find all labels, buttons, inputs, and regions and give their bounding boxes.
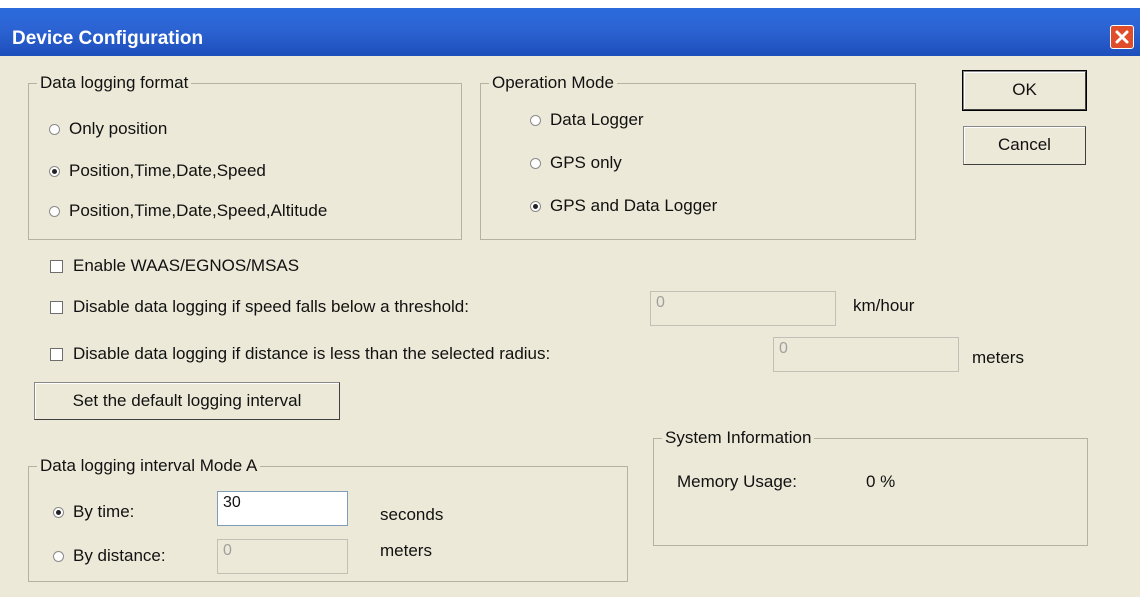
by-distance-unit: meters (380, 541, 432, 560)
cancel-button[interactable]: Cancel (963, 126, 1086, 165)
radio-position-time-date-speed[interactable]: Position,Time,Date,Speed (49, 161, 266, 181)
radio-label: Only position (69, 119, 168, 138)
device-configuration-dialog: Device Configuration Data logging format… (0, 0, 1140, 597)
radio-button[interactable] (530, 200, 541, 212)
system-information-group: System Information (653, 428, 1088, 546)
radio-button[interactable] (530, 114, 541, 126)
radio-button[interactable] (530, 157, 541, 169)
data-logging-format-legend: Data logging format (37, 73, 192, 93)
set-default-interval-button[interactable]: Set the default logging interval (34, 382, 340, 420)
checkbox-label: Enable WAAS/EGNOS/MSAS (73, 256, 300, 275)
speed-unit-label: km/hour (853, 296, 915, 315)
check-disable-distance-radius[interactable]: Disable data logging if distance is less… (50, 344, 550, 364)
by-time-input[interactable]: 30 (217, 491, 348, 526)
radio-button[interactable] (53, 506, 64, 518)
radio-label: By distance: (73, 546, 166, 565)
radio-label: Data Logger (550, 110, 644, 129)
radio-by-time[interactable]: By time: (53, 502, 134, 522)
radio-button[interactable] (49, 123, 60, 135)
window-title: Device Configuration (12, 28, 204, 49)
by-distance-input[interactable]: 0 (217, 539, 348, 574)
radio-button[interactable] (49, 165, 60, 177)
check-disable-speed-threshold[interactable]: Disable data logging if speed falls belo… (50, 297, 469, 317)
title-bar[interactable]: Device Configuration (0, 8, 1140, 56)
by-time-unit: seconds (380, 505, 444, 524)
checkbox[interactable] (50, 300, 63, 314)
system-information-legend: System Information (662, 428, 815, 448)
radio-label: Position,Time,Date,Speed,Altitude (69, 201, 328, 220)
radio-position-time-date-speed-altitude[interactable]: Position,Time,Date,Speed,Altitude (49, 201, 327, 221)
radio-gps-and-data-logger[interactable]: GPS and Data Logger (530, 196, 717, 216)
memory-usage-label: Memory Usage: (677, 472, 797, 491)
radio-gps-only[interactable]: GPS only (530, 153, 622, 173)
radio-button[interactable] (49, 205, 60, 217)
radio-data-logger[interactable]: Data Logger (530, 110, 644, 130)
speed-threshold-input[interactable]: 0 (650, 291, 836, 326)
distance-unit-label: meters (972, 348, 1024, 367)
close-icon (1115, 30, 1129, 44)
checkbox-label: Disable data logging if speed falls belo… (73, 297, 469, 316)
distance-radius-input[interactable]: 0 (773, 337, 959, 372)
radio-button[interactable] (53, 550, 64, 562)
memory-usage-value: 0 % (866, 472, 896, 491)
checkbox[interactable] (50, 259, 63, 273)
interval-mode-a-legend: Data logging interval Mode A (37, 456, 261, 476)
checkbox[interactable] (50, 347, 63, 361)
check-enable-waas[interactable]: Enable WAAS/EGNOS/MSAS (50, 256, 299, 276)
radio-label: Position,Time,Date,Speed (69, 161, 266, 180)
close-button[interactable] (1110, 25, 1134, 49)
ok-button[interactable]: OK (962, 70, 1087, 111)
radio-by-distance[interactable]: By distance: (53, 546, 166, 566)
checkbox-label: Disable data logging if distance is less… (73, 344, 551, 363)
operation-mode-legend: Operation Mode (489, 73, 617, 93)
radio-only-position[interactable]: Only position (49, 119, 167, 139)
top-strip (0, 0, 1140, 8)
radio-label: GPS and Data Logger (550, 196, 718, 215)
radio-label: By time: (73, 502, 135, 521)
radio-label: GPS only (550, 153, 622, 172)
